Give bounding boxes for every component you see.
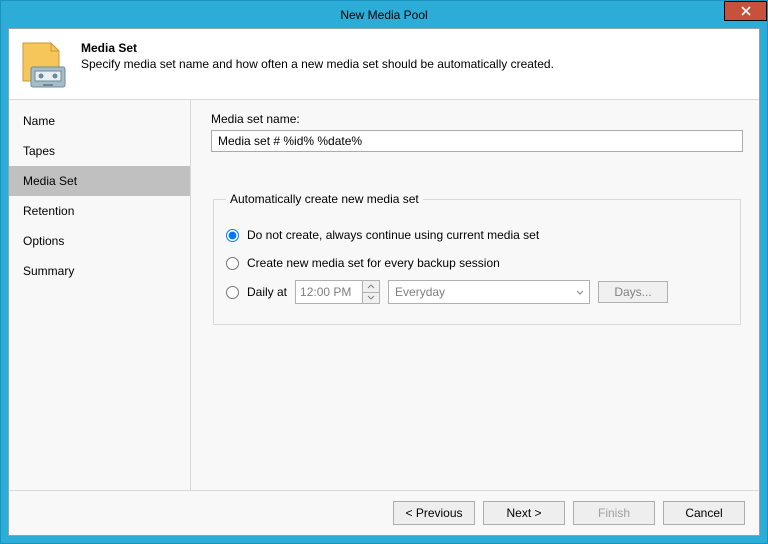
step-title: Media Set — [81, 41, 554, 55]
days-button[interactable]: Days... — [598, 281, 668, 303]
spinner-up[interactable] — [363, 281, 379, 293]
close-button[interactable] — [724, 1, 767, 21]
time-spinner-buttons[interactable] — [362, 281, 379, 303]
auto-create-legend: Automatically create new media set — [226, 192, 423, 206]
chevron-down-icon — [576, 290, 584, 295]
cancel-button[interactable]: Cancel — [663, 501, 745, 525]
radio-every-session-label: Create new media set for every backup se… — [247, 256, 500, 270]
chevron-down-icon — [367, 295, 375, 300]
dialog-body: Media Set Specify media set name and how… — [8, 28, 760, 536]
recurrence-arrow[interactable] — [571, 281, 589, 303]
nav-item-name[interactable]: Name — [9, 106, 190, 136]
radio-every-session[interactable] — [226, 257, 239, 270]
wizard-footer: < Previous Next > Finish Cancel — [9, 490, 759, 535]
finish-button[interactable]: Finish — [573, 501, 655, 525]
recurrence-combo[interactable]: Everyday — [388, 280, 590, 304]
nav-item-retention[interactable]: Retention — [9, 196, 190, 226]
step-header-text: Media Set Specify media set name and how… — [81, 37, 554, 89]
next-button[interactable]: Next > — [483, 501, 565, 525]
previous-button[interactable]: < Previous — [393, 501, 475, 525]
media-set-name-input[interactable] — [211, 130, 743, 152]
step-content: Media set name: Automatically create new… — [191, 100, 759, 490]
radio-daily-at[interactable] — [226, 286, 239, 299]
auto-create-group: Automatically create new media set Do no… — [213, 192, 741, 325]
media-set-icon — [19, 37, 71, 89]
chevron-up-icon — [367, 284, 375, 289]
step-subtitle: Specify media set name and how often a n… — [81, 57, 554, 71]
nav-item-options[interactable]: Options — [9, 226, 190, 256]
spinner-down[interactable] — [363, 293, 379, 304]
window: New Media Pool Media — [0, 0, 768, 544]
close-icon — [741, 6, 751, 16]
radio-do-not-create[interactable] — [226, 229, 239, 242]
step-header: Media Set Specify media set name and how… — [9, 29, 759, 100]
nav-item-tapes[interactable]: Tapes — [9, 136, 190, 166]
nav-item-summary[interactable]: Summary — [9, 256, 190, 286]
radio-row-do-not-create[interactable]: Do not create, always continue using cur… — [226, 224, 728, 246]
radio-row-every-session[interactable]: Create new media set for every backup se… — [226, 252, 728, 274]
radio-do-not-create-label: Do not create, always continue using cur… — [247, 228, 539, 242]
nav-item-media-set[interactable]: Media Set — [9, 166, 190, 196]
time-spinner[interactable] — [295, 280, 380, 304]
wizard-nav: Name Tapes Media Set Retention Options S… — [9, 100, 191, 490]
recurrence-value: Everyday — [389, 285, 571, 299]
titlebar: New Media Pool — [1, 1, 767, 28]
time-input[interactable] — [296, 281, 362, 303]
window-title: New Media Pool — [1, 8, 767, 22]
radio-daily-at-label: Daily at — [247, 285, 287, 299]
media-set-name-label: Media set name: — [211, 112, 743, 126]
radio-row-daily-at: Daily at — [226, 280, 728, 304]
